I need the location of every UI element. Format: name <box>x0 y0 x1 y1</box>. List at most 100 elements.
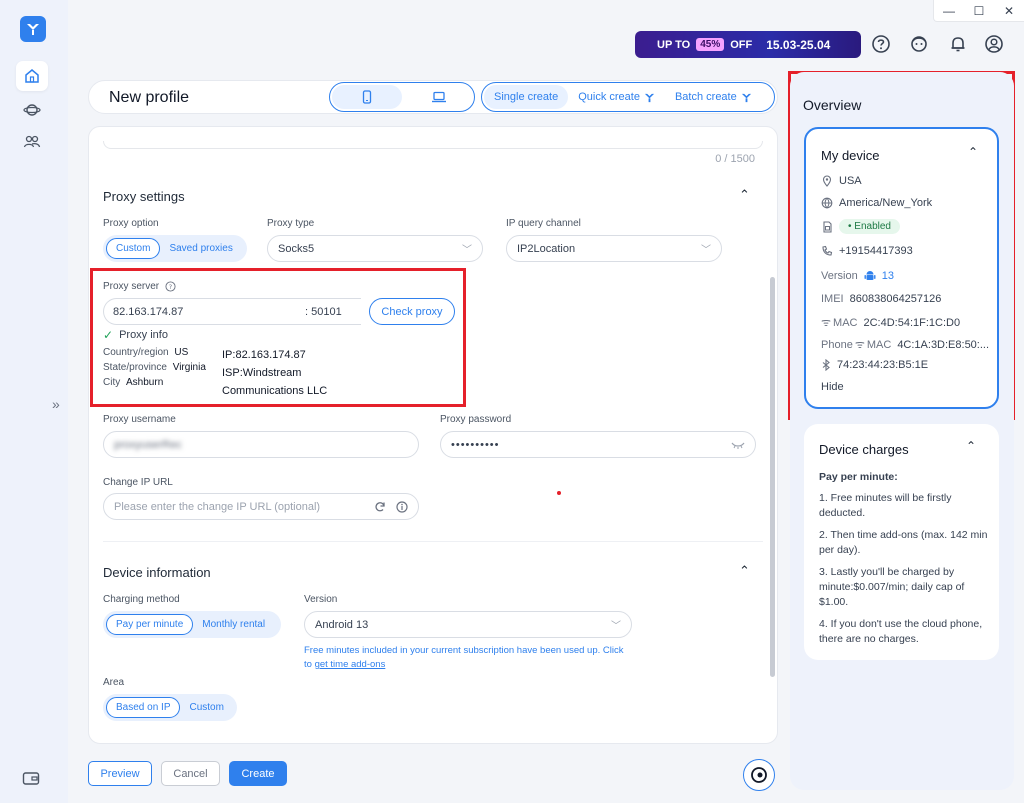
charges-item-2: 2. Then time add-ons (max. 142 min per d… <box>819 529 988 556</box>
get-time-addons-link[interactable]: get time add-ons <box>315 659 386 670</box>
info-icon[interactable] <box>396 500 408 513</box>
nav-team[interactable] <box>16 127 48 157</box>
wallet-icon[interactable] <box>22 770 40 789</box>
batch-create-tab[interactable]: Batch create <box>665 85 762 109</box>
device-mac: 2C:4D:54:1F:1C:D0 <box>863 316 961 329</box>
device-info-title: Device information <box>103 565 211 580</box>
nav-planet[interactable] <box>16 95 48 125</box>
help-icon[interactable] <box>871 34 891 54</box>
preview-button[interactable]: Preview <box>88 761 152 786</box>
based-on-ip-option[interactable]: Based on IP <box>106 697 181 718</box>
overview-panel: Overview My device ⌃ USA America/New_Yor… <box>790 72 1014 790</box>
assistant-button[interactable] <box>743 759 775 791</box>
device-charges-card: Device charges ⌃ Pay per minute: 1. Free… <box>804 424 999 660</box>
my-device-title: My device <box>821 148 880 163</box>
device-mac-row: ᯤ MAC 2C:4D:54:1F:1C:D0 <box>821 315 960 330</box>
device-phone: +19154417393 <box>839 245 913 257</box>
cancel-button[interactable]: Cancel <box>161 761 220 786</box>
desktop-device-option[interactable] <box>404 85 474 109</box>
area-toggle: Based on IP Custom <box>103 694 237 721</box>
device-version-value: 13 <box>881 269 894 282</box>
support-agent-icon[interactable] <box>909 34 929 54</box>
left-sidebar: » <box>0 0 68 803</box>
user-avatar-icon[interactable] <box>984 34 1004 54</box>
close-button[interactable]: ✕ <box>994 0 1024 22</box>
collapse-device-icon[interactable]: ⌃ <box>739 563 750 579</box>
quick-create-tab[interactable]: Quick create <box>568 85 665 109</box>
charges-heading: Pay per minute: <box>819 471 898 483</box>
hide-details-link[interactable]: Hide <box>821 381 844 393</box>
saved-proxies-option[interactable]: Saved proxies <box>160 238 241 259</box>
proxy-option-toggle: Custom Saved proxies <box>103 235 247 262</box>
refresh-icon[interactable] <box>374 501 386 513</box>
promo-dates: 15.03-25.04 <box>766 37 831 52</box>
device-imei: 860838064257126 <box>849 293 942 305</box>
maximize-button[interactable]: ☐ <box>964 0 994 22</box>
create-button[interactable]: Create <box>229 761 287 786</box>
device-imei-row: IMEI 860838064257126 <box>821 293 941 305</box>
minimize-button[interactable]: — <box>934 0 964 22</box>
device-version-row: Version 13 <box>821 269 894 282</box>
version-key: Version <box>821 269 858 282</box>
notes-field-bottom[interactable] <box>103 141 763 149</box>
bluetooth-row: 74:23:44:23:B5:1E <box>821 359 928 371</box>
mobile-device-option[interactable] <box>332 85 402 109</box>
team-icon <box>23 135 41 148</box>
proxy-type-select[interactable]: Socks5 ﹀ <box>267 235 483 262</box>
logo-mark-icon <box>644 93 655 102</box>
ip-channel-select[interactable]: IP2Location ﹀ <box>506 235 722 262</box>
charging-method-label: Charging method <box>103 594 180 605</box>
eye-closed-icon[interactable] <box>731 441 745 449</box>
create-mode-toggle: Single create Quick create Batch create <box>481 82 775 112</box>
change-ip-placeholder: Please enter the change IP URL (optional… <box>114 500 321 513</box>
globe-icon <box>821 197 833 209</box>
promo-banner[interactable]: UP TO 45% OFF 15.03-25.04 <box>635 31 861 58</box>
monthly-rental-option[interactable]: Monthly rental <box>193 614 274 635</box>
addon-note-line2: to get time add-ons <box>304 658 644 672</box>
proxy-password-input[interactable]: •••••••••• <box>440 431 756 458</box>
proxy-type-label: Proxy type <box>267 218 315 229</box>
proxy-type-value: Socks5 <box>278 242 315 255</box>
imei-key: IMEI <box>821 293 844 305</box>
single-create-tab[interactable]: Single create <box>484 85 569 109</box>
pay-per-minute-option[interactable]: Pay per minute <box>106 614 194 635</box>
chevron-down-icon: ﹀ <box>611 621 621 632</box>
nav-home[interactable] <box>16 61 48 91</box>
expand-sidebar-icon[interactable]: » <box>52 396 60 412</box>
collapse-charges-icon[interactable]: ⌃ <box>966 439 976 453</box>
phone-call-icon <box>822 245 833 256</box>
wifi-icon: ᯤ <box>854 339 865 351</box>
custom-proxy-option[interactable]: Custom <box>106 238 161 259</box>
bell-icon[interactable] <box>948 34 968 54</box>
addon-note-line1: Free minutes included in your current su… <box>304 645 624 656</box>
charges-item-1: 1. Free minutes will be firstly deducted… <box>819 492 952 519</box>
proxy-username-input[interactable]: proxyuserRec <box>103 431 419 458</box>
addon-note: Free minutes included in your current su… <box>304 644 644 672</box>
chevron-down-icon: ﹀ <box>462 245 472 256</box>
section-divider <box>103 541 763 542</box>
batch-create-label: Batch create <box>674 91 737 103</box>
charging-method-toggle: Pay per minute Monthly rental <box>103 611 281 638</box>
chevron-down-icon: ﹀ <box>701 245 711 256</box>
collapse-device-card-icon[interactable]: ⌃ <box>968 145 978 159</box>
change-ip-input[interactable]: Please enter the change IP URL (optional… <box>103 493 419 520</box>
android-version-select[interactable]: Android 13 ﹀ <box>304 611 632 638</box>
proxy-password-label: Proxy password <box>440 414 512 425</box>
proxy-server-highlight <box>90 268 466 407</box>
proxy-username-label: Proxy username <box>103 414 176 425</box>
laptop-icon <box>432 91 446 103</box>
android-version-value: Android 13 <box>315 618 369 631</box>
sim-status-text: Enabled <box>854 221 891 232</box>
sim-card-icon <box>823 220 832 233</box>
logo-mark-icon <box>741 93 751 102</box>
form-scrollbar[interactable] <box>770 277 775 677</box>
device-charges-title: Device charges <box>819 442 909 457</box>
bluetooth-icon <box>822 359 830 371</box>
charges-item-3: 3. Lastly you'll be charged by minute:$0… <box>819 566 965 608</box>
custom-area-option[interactable]: Custom <box>180 697 232 718</box>
collapse-proxy-icon[interactable]: ⌃ <box>739 187 750 203</box>
promo-prefix: UP TO <box>657 38 691 51</box>
ip-channel-label: IP query channel <box>506 218 581 229</box>
ip-channel-value: IP2Location <box>517 242 576 255</box>
device-phone-row: +19154417393 <box>821 245 913 257</box>
